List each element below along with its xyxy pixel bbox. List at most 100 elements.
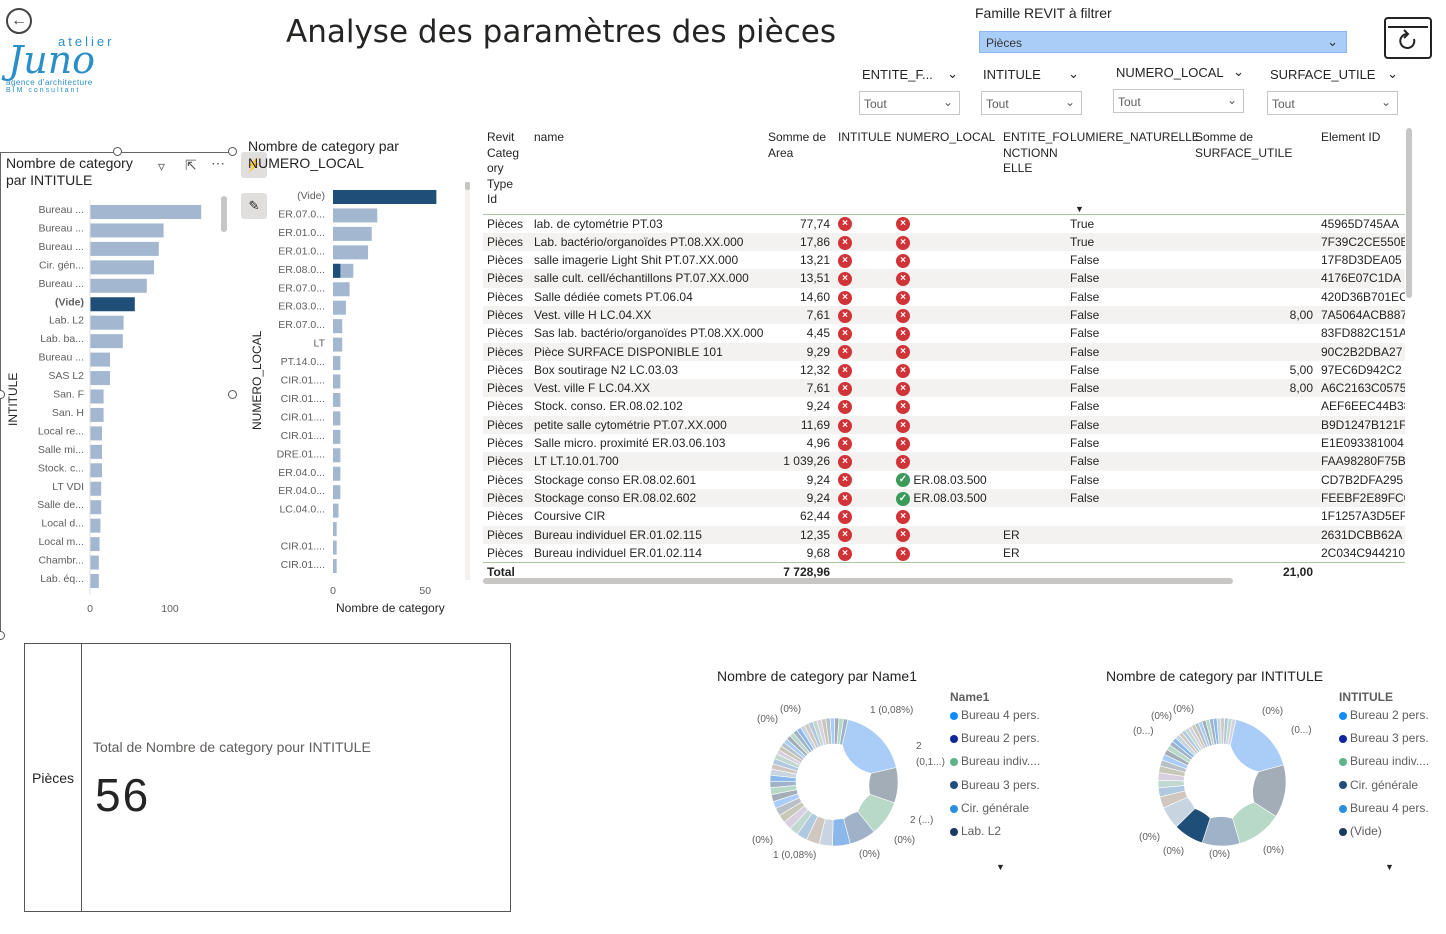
legend-item[interactable]: (Vide) — [1339, 824, 1429, 847]
chart2-bar-highlight[interactable] — [333, 190, 437, 204]
donut-slice[interactable] — [841, 719, 897, 774]
slicer-numero-local-label[interactable]: NUMERO_LOCAL ⌄ — [1116, 64, 1244, 80]
legend-item[interactable]: Bureau indiv.... — [1339, 754, 1429, 777]
donut-slice[interactable] — [1229, 719, 1285, 773]
chart1-bar[interactable] — [90, 389, 104, 404]
chart2-bar[interactable] — [333, 503, 339, 518]
focus-mode-icon[interactable]: ⇱ — [185, 157, 197, 174]
table-column-header[interactable]: Element ID — [1317, 128, 1405, 215]
back-button[interactable]: ← — [6, 8, 32, 34]
chart2-bar[interactable] — [333, 429, 341, 444]
legend-item[interactable]: Bureau 4 pers. — [1339, 801, 1429, 824]
chart2-bar[interactable] — [333, 245, 369, 260]
filter-icon[interactable]: ▿ — [156, 158, 168, 175]
table-row[interactable]: Pièces lab. de cytométrie PT.03 77,74 × × Tru… — [483, 214, 1405, 233]
table-column-header[interactable]: ENTITE_FO NCTIONN ELLE — [999, 128, 1069, 215]
chart2-bar[interactable] — [333, 337, 343, 352]
table-column-header[interactable]: Somme de Area — [764, 128, 834, 215]
slicer-surface-utile-label[interactable]: SURFACE_UTILE ⌄ — [1270, 66, 1398, 82]
table-row[interactable]: Pièces salle imagerie Light Shit PT.07.XX… — [483, 251, 1405, 269]
chart1-bar[interactable] — [90, 315, 124, 330]
chart1-bar[interactable] — [90, 334, 123, 349]
table-row[interactable]: Pièces Coursive CIR 62,44 × × 1F1257A3D5EF — [483, 507, 1405, 525]
chart1-scrollbar[interactable] — [221, 196, 227, 232]
chart2-bar[interactable] — [333, 356, 341, 371]
chart2-bar[interactable] — [333, 485, 341, 500]
resize-handle[interactable] — [228, 390, 237, 399]
resize-handle[interactable] — [228, 147, 237, 156]
reset-filters-button[interactable] — [1384, 17, 1432, 59]
legend-item[interactable]: Cir. générale — [950, 801, 1040, 824]
chart2-bar[interactable] — [333, 374, 341, 389]
resize-handle[interactable] — [0, 631, 5, 640]
chart2-bar[interactable] — [333, 540, 337, 555]
table-row[interactable]: Pièces salle cult. cell/échantillons PT.0… — [483, 269, 1405, 288]
chart1-bar[interactable] — [90, 537, 100, 552]
chart2-bar[interactable] — [333, 319, 343, 334]
slicer-entite-label[interactable]: ENTITE_F... ⌄ — [862, 66, 958, 82]
table-row[interactable]: Pièces Box soutirage N2 LC.03.03 12,32 × × Fa… — [483, 361, 1405, 379]
table-row[interactable]: Pièces Bureau individuel ER.01.02.114 9,68… — [483, 544, 1405, 563]
table-column-header[interactable]: LUMIERE_NATURELLE — [1066, 128, 1200, 215]
chart1-bar[interactable] — [90, 574, 99, 588]
legend-item[interactable]: Cir. générale — [1339, 778, 1429, 801]
chart1-bar[interactable] — [90, 407, 104, 422]
legend-scroll-down-icon[interactable]: ▼ — [1385, 862, 1394, 872]
slicer-entite-dropdown[interactable]: Tout ⌄ — [859, 91, 960, 115]
chart1-bar[interactable] — [90, 481, 102, 496]
legend-item[interactable]: Bureau 2 pers. — [1339, 708, 1429, 731]
chart1-bar[interactable] — [90, 297, 135, 312]
slicer-surface-utile-dropdown[interactable]: Tout ⌄ — [1267, 91, 1398, 115]
chart1-bar[interactable] — [90, 223, 164, 238]
chart1-bar[interactable] — [90, 241, 159, 256]
table-vertical-scrollbar[interactable] — [1406, 128, 1412, 298]
chart1-bar[interactable] — [90, 426, 102, 441]
chart2-bar[interactable] — [333, 226, 372, 241]
chart1-bar[interactable] — [90, 371, 110, 386]
chart1-bar[interactable] — [90, 518, 101, 533]
chart2-bar[interactable] — [333, 392, 341, 407]
chart1-bar[interactable] — [90, 444, 102, 459]
legend-item[interactable]: Bureau 4 pers. — [950, 708, 1040, 731]
chart1-bar[interactable] — [90, 205, 202, 219]
slicer-numero-local-dropdown[interactable]: Tout ⌄ — [1113, 89, 1244, 113]
table-row[interactable]: Pièces Salle dédiée comets PT.06.04 14,60 ×… — [483, 288, 1405, 306]
slicer-intitule-label[interactable]: INTITULE ⌄ — [983, 66, 1079, 82]
chart1-bar[interactable] — [90, 352, 110, 367]
chart1-bar[interactable] — [90, 260, 154, 275]
legend-item[interactable]: Bureau 3 pers. — [950, 778, 1040, 801]
legend-item[interactable]: Bureau 2 pers. — [950, 731, 1040, 754]
sort-descending-icon[interactable]: ▼ — [1075, 204, 1084, 214]
table-row[interactable]: Pièces Pièce SURFACE DISPONIBLE 101 9,29 × ×… — [483, 342, 1405, 361]
table-row[interactable]: Pièces Vest. ville H LC.04.XX 7,61 × × False 8… — [483, 305, 1405, 325]
slicer-intitule-dropdown[interactable]: Tout ⌄ — [981, 91, 1082, 115]
chart1-bar[interactable] — [90, 278, 147, 293]
chart2-scrollbar-track[interactable] — [465, 182, 470, 580]
table-row[interactable]: Pièces Vest. ville F LC.04.XX 7,61 × × False 8… — [483, 379, 1405, 398]
legend-item[interactable]: Bureau indiv.... — [950, 754, 1040, 777]
chart2-bar[interactable] — [333, 300, 346, 315]
table-row[interactable]: Pièces Stockage conso ER.08.02.601 9,24 × ✓ … — [483, 471, 1405, 489]
table-row[interactable]: Pièces Bureau individuel ER.01.02.115 12,3… — [483, 525, 1405, 544]
table-row[interactable]: Pièces petite salle cytométrie PT.07.XX.0… — [483, 415, 1405, 435]
legend-scroll-down-icon[interactable]: ▼ — [996, 862, 1005, 872]
legend-item[interactable]: Lab. L2 — [950, 824, 1040, 847]
chart2-bar-highlight[interactable] — [333, 263, 341, 278]
table-row[interactable]: Pièces LT LT.10.01.700 1 039,26 × × False FAA9… — [483, 452, 1405, 471]
chart2-bar[interactable] — [333, 559, 337, 573]
table-row[interactable]: Pièces Stockage conso ER.08.02.602 9,24 × ✓ … — [483, 488, 1405, 508]
chart2-bar[interactable] — [333, 208, 378, 223]
table-row[interactable]: Pièces Sas lab. bactério/organoïdes PT.08… — [483, 324, 1405, 342]
chart1-bar[interactable] — [90, 555, 99, 570]
chart2-scrollbar-thumb[interactable] — [465, 182, 470, 190]
chart1-bar[interactable] — [90, 500, 102, 515]
famille-filter-dropdown[interactable]: Pièces ⌄ — [979, 31, 1347, 53]
table-horizontal-scrollbar[interactable] — [483, 578, 1233, 584]
chart2-bar[interactable] — [333, 411, 341, 426]
table-column-header[interactable]: Revit Categ ory Type Id — [483, 128, 530, 215]
table-column-header[interactable]: NUMERO_LOCAL — [892, 128, 999, 215]
chart2-bar[interactable] — [333, 522, 337, 537]
format-painter-button[interactable]: ✎ — [241, 193, 267, 219]
chart2-bar[interactable] — [333, 448, 341, 463]
more-options-icon[interactable]: ⋯ — [211, 155, 225, 172]
